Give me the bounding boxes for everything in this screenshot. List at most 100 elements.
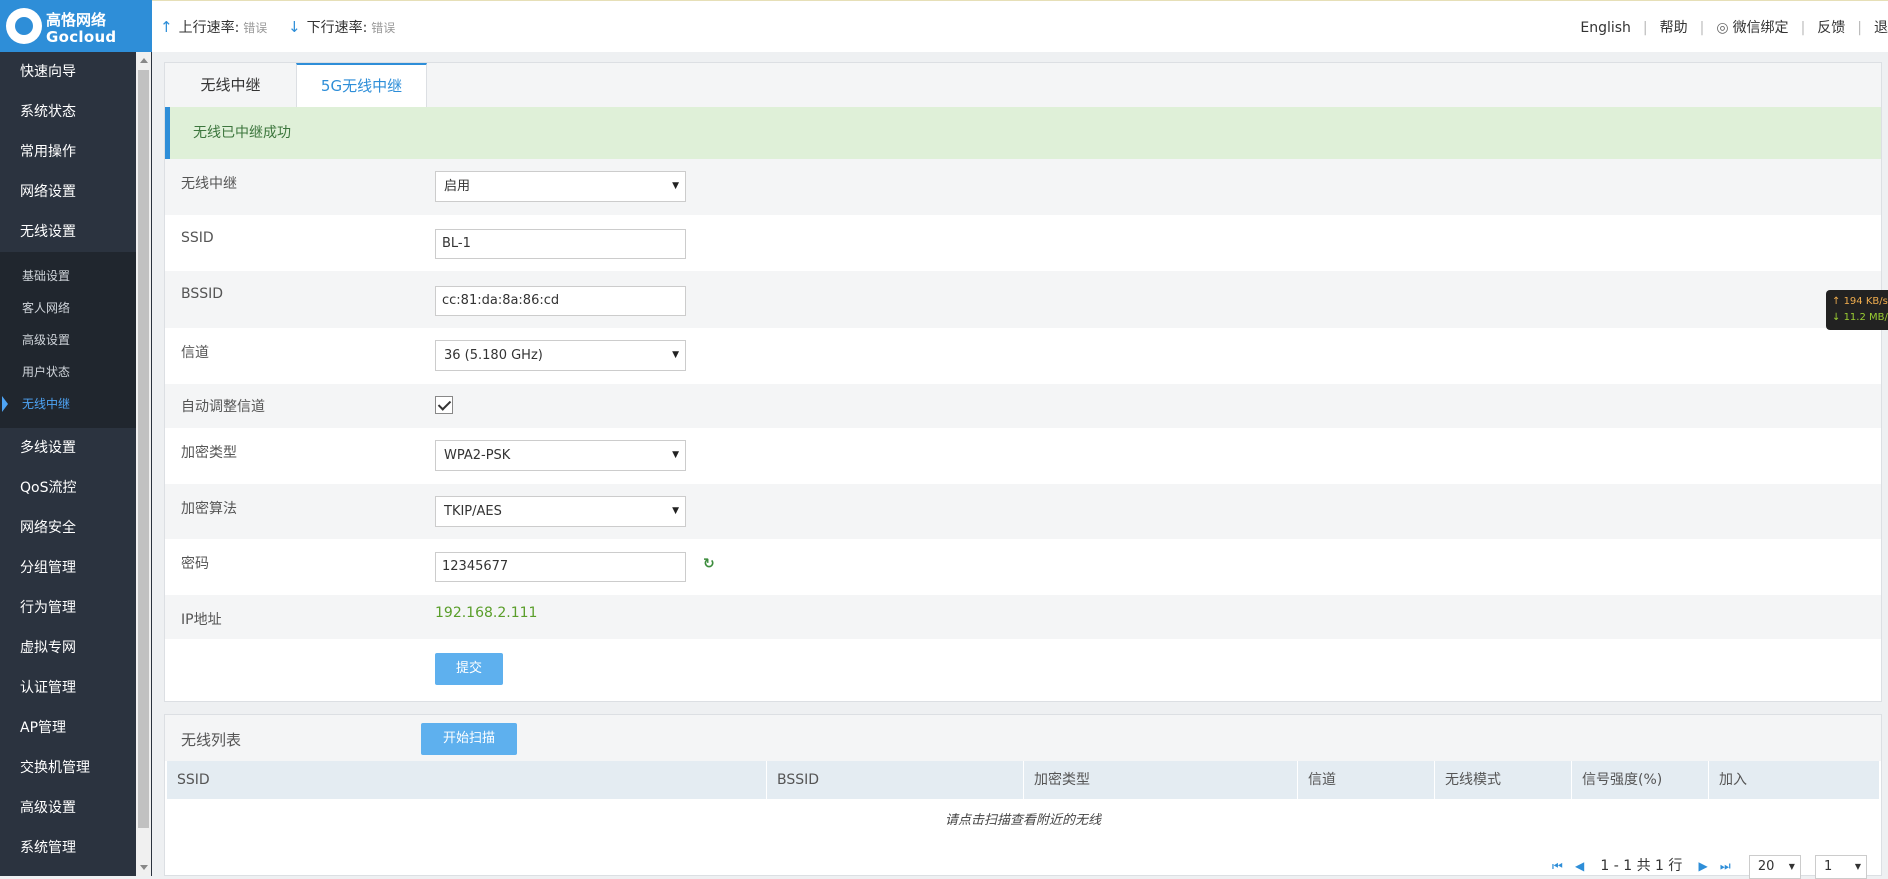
speed-up: ↑ 194 KB/s bbox=[1832, 296, 1888, 307]
relay-settings-panel: 无线中继 5G无线中继 无线已中继成功 无线中继 启用 SSID BL-1 BS… bbox=[164, 62, 1882, 702]
download-arrow-icon: ↓ bbox=[288, 18, 301, 36]
sidebar-item-multiline[interactable]: 多线设置 bbox=[0, 428, 136, 468]
sidebar-item-system-status[interactable]: 系统状态 bbox=[0, 92, 136, 132]
relay-select[interactable]: 启用 bbox=[435, 171, 686, 202]
wechat-bind-label: 微信绑定 bbox=[1732, 20, 1789, 36]
channel-select[interactable]: 36 (5.180 GHz) bbox=[435, 340, 686, 371]
sidebar-item-network-settings[interactable]: 网络设置 bbox=[0, 172, 136, 212]
top-bar: ↑ 上行速率: 错误 ↓ 下行速率: 错误 English | 帮助 | ◎ 微信绑定 | 反馈 | 退 bbox=[152, 0, 1888, 52]
auto-channel-row: 自动调整信道 bbox=[165, 384, 1881, 428]
sidebar-item-vpn[interactable]: 虚拟专网 bbox=[0, 628, 136, 668]
sidebar-item-behavior-mgmt[interactable]: 行为管理 bbox=[0, 588, 136, 628]
wechat-bind-link[interactable]: ◎ 微信绑定 bbox=[1716, 20, 1788, 36]
logo-name-en: Gocloud bbox=[46, 28, 117, 46]
submit-row: 提交 bbox=[165, 639, 1881, 701]
sidebar-subitem-advanced[interactable]: 高级设置 bbox=[0, 324, 136, 356]
col-bssid[interactable]: BSSID bbox=[767, 761, 1024, 799]
upload-rate: ↑ 上行速率: 错误 bbox=[160, 17, 267, 37]
start-scan-button[interactable]: 开始扫描 bbox=[421, 723, 517, 755]
enc-type-row: 加密类型 WPA2-PSK bbox=[165, 428, 1881, 484]
tab-wireless-relay[interactable]: 无线中继 bbox=[165, 63, 296, 107]
sidebar-scrollbar[interactable] bbox=[136, 52, 151, 876]
auto-channel-label: 自动调整信道 bbox=[181, 399, 265, 415]
channel-row: 信道 36 (5.180 GHz) bbox=[165, 328, 1881, 384]
feedback-link[interactable]: 反馈 bbox=[1817, 20, 1845, 36]
bssid-input[interactable]: cc:81:da:8a:86:cd bbox=[435, 286, 686, 316]
page-summary: 1 - 1 共 1 行 bbox=[1600, 858, 1683, 874]
speed-widget[interactable]: ↑ 194 KB/s ↓ 11.2 MB/s bbox=[1826, 290, 1888, 330]
sidebar-item-auth-mgmt[interactable]: 认证管理 bbox=[0, 668, 136, 708]
sidebar-item-advanced-settings[interactable]: 高级设置 bbox=[0, 788, 136, 828]
col-enc-type[interactable]: 加密类型 bbox=[1024, 761, 1298, 799]
sidebar-subitem-guest[interactable]: 客人网络 bbox=[0, 292, 136, 324]
speed-down: ↓ 11.2 MB/s bbox=[1832, 310, 1888, 326]
col-channel[interactable]: 信道 bbox=[1298, 761, 1435, 799]
upload-rate-value: 错误 bbox=[243, 21, 268, 35]
sidebar-item-common-ops[interactable]: 常用操作 bbox=[0, 132, 136, 172]
sidebar-menu: 快速向导 系统状态 常用操作 网络设置 无线设置 基础设置 客人网络 高级设置 … bbox=[0, 52, 136, 868]
enc-algo-label: 加密算法 bbox=[181, 501, 237, 517]
wireless-list-title: 无线列表 bbox=[181, 731, 242, 749]
tab-bar: 无线中继 5G无线中继 bbox=[165, 63, 1881, 107]
col-mode[interactable]: 无线模式 bbox=[1435, 761, 1572, 799]
scroll-down-icon[interactable] bbox=[140, 865, 148, 870]
sidebar-item-system-mgmt[interactable]: 系统管理 bbox=[0, 828, 136, 868]
col-join[interactable]: 加入 bbox=[1709, 761, 1879, 799]
next-page-icon[interactable]: ▶ bbox=[1699, 859, 1708, 873]
submit-button[interactable]: 提交 bbox=[435, 653, 503, 685]
col-ssid[interactable]: SSID bbox=[167, 761, 767, 799]
relay-row: 无线中继 启用 bbox=[165, 159, 1881, 215]
upload-arrow-icon: ↑ bbox=[160, 18, 173, 36]
sidebar-subitem-basic[interactable]: 基础设置 bbox=[0, 260, 136, 292]
refresh-password-icon[interactable]: ↻ bbox=[703, 556, 715, 572]
channel-label: 信道 bbox=[181, 345, 209, 361]
download-rate-value: 错误 bbox=[371, 21, 396, 35]
password-row: 密码 12345677 ↻ bbox=[165, 539, 1881, 595]
ip-row: IP地址 192.168.2.111 bbox=[165, 595, 1881, 639]
last-page-icon[interactable]: ⏭ bbox=[1720, 859, 1731, 874]
logo-name-cn: 高恪网络 bbox=[46, 11, 107, 29]
col-signal[interactable]: 信号强度(%) bbox=[1572, 761, 1709, 799]
pagination: ⏮ ◀ 1 - 1 共 1 行 ▶ ⏭ 20 1 bbox=[1548, 855, 1867, 879]
auto-channel-checkbox[interactable] bbox=[435, 396, 453, 414]
help-link[interactable]: 帮助 bbox=[1660, 20, 1688, 36]
download-rate: ↓ 下行速率: 错误 bbox=[288, 17, 395, 37]
empty-message: 请点击扫描查看附近的无线 bbox=[944, 813, 1101, 828]
prev-page-icon[interactable]: ◀ bbox=[1575, 859, 1584, 873]
top-links: English | 帮助 | ◎ 微信绑定 | 反馈 | 退 bbox=[1580, 20, 1888, 36]
sidebar-item-ap-mgmt[interactable]: AP管理 bbox=[0, 708, 136, 748]
speed-up-value: 194 KB/s bbox=[1843, 296, 1888, 307]
sidebar-subitem-wireless-relay[interactable]: 无线中继 bbox=[0, 388, 136, 420]
page-size-select[interactable]: 20 bbox=[1748, 855, 1801, 879]
logout-link[interactable]: 退 bbox=[1874, 20, 1888, 36]
first-page-icon[interactable]: ⏮ bbox=[1552, 859, 1563, 874]
sidebar-item-qos[interactable]: QoS流控 bbox=[0, 468, 136, 508]
relay-label: 无线中继 bbox=[181, 176, 237, 192]
scroll-up-icon[interactable] bbox=[140, 58, 148, 63]
sidebar: 高恪网络 Gocloud 快速向导 系统状态 常用操作 网络设置 无线设置 基础… bbox=[0, 0, 152, 876]
sidebar-item-security[interactable]: 网络安全 bbox=[0, 508, 136, 548]
enc-algo-select[interactable]: TKIP/AES bbox=[435, 496, 686, 527]
bssid-label: BSSID bbox=[181, 286, 224, 302]
enc-type-label: 加密类型 bbox=[181, 445, 237, 461]
english-link[interactable]: English bbox=[1580, 20, 1631, 36]
enc-type-select[interactable]: WPA2-PSK bbox=[435, 440, 686, 471]
page-number-select[interactable]: 1 bbox=[1815, 855, 1867, 879]
bssid-row: BSSID cc:81:da:8a:86:cd bbox=[165, 271, 1881, 328]
success-alert: 无线已中继成功 bbox=[165, 107, 1881, 159]
sidebar-item-wireless-settings[interactable]: 无线设置 bbox=[0, 212, 136, 252]
sidebar-item-group-mgmt[interactable]: 分组管理 bbox=[0, 548, 136, 588]
wireless-list-panel: 无线列表 开始扫描 SSID BSSID 加密类型 信道 无线模式 信号强度(%… bbox=[164, 714, 1882, 879]
sidebar-item-switch-mgmt[interactable]: 交换机管理 bbox=[0, 748, 136, 788]
ssid-input[interactable]: BL-1 bbox=[435, 229, 686, 259]
logo[interactable]: 高恪网络 Gocloud bbox=[0, 0, 152, 52]
ssid-label: SSID bbox=[181, 230, 214, 246]
sidebar-item-quick-guide[interactable]: 快速向导 bbox=[0, 52, 136, 92]
sidebar-subitem-user-status[interactable]: 用户状态 bbox=[0, 356, 136, 388]
ip-value: 192.168.2.111 bbox=[435, 605, 538, 621]
table-header: SSID BSSID 加密类型 信道 无线模式 信号强度(%) 加入 bbox=[167, 761, 1879, 799]
password-input[interactable]: 12345677 bbox=[435, 552, 686, 582]
scrollbar-thumb[interactable] bbox=[138, 70, 149, 828]
tab-5g-wireless-relay[interactable]: 5G无线中继 bbox=[296, 63, 427, 107]
ssid-row: SSID BL-1 bbox=[165, 215, 1881, 271]
